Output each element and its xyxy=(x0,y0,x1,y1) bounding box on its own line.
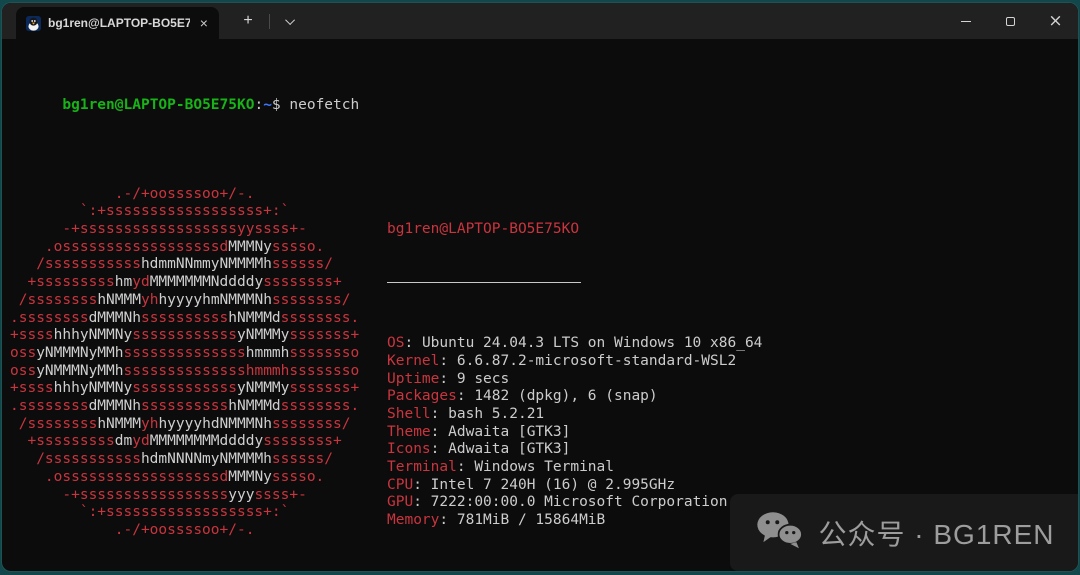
maximize-icon xyxy=(1006,16,1015,26)
wechat-icon xyxy=(753,509,805,556)
tab-bar-separator xyxy=(269,14,270,29)
title-bar[interactable]: bg1ren@LAPTOP-BO5E75KO: · × + × xyxy=(2,3,1078,39)
prompt-user-host: bg1ren@LAPTOP-BO5E75KO xyxy=(62,97,255,114)
neofetch-entry: Packages: 1482 (dpkg), 6 (snap) xyxy=(387,388,658,405)
neofetch-separator xyxy=(387,282,902,300)
tab-close-icon[interactable]: × xyxy=(197,14,211,32)
tab-dropdown-button[interactable] xyxy=(274,7,308,35)
tab-title: bg1ren@LAPTOP-BO5E75KO: · xyxy=(48,16,190,30)
neofetch-entry: OS: Ubuntu 24.04.3 LTS on Windows 10 x86… xyxy=(387,335,763,352)
command-text: neofetch xyxy=(289,97,360,114)
chevron-down-icon xyxy=(284,14,295,25)
minimize-button[interactable] xyxy=(943,3,988,39)
neofetch-entry: Terminal: Windows Terminal xyxy=(387,459,614,476)
neofetch-entry: CPU: Intel 7 240H (16) @ 2.995GHz xyxy=(387,476,676,493)
penguin-ubuntu-icon xyxy=(26,15,41,31)
neofetch-ascii-art: .-/+oossssoo+/-. `:+ssssssssssssssssss+:… xyxy=(10,185,360,538)
titlebar-drag-region[interactable] xyxy=(308,3,943,39)
neofetch-entry: Kernel: 6.6.87.2-microsoft-standard-WSL2 xyxy=(387,352,737,369)
watermark-text: 公众号 · BG1REN xyxy=(818,518,1055,550)
watermark: 公众号 · BG1REN xyxy=(730,494,1078,571)
prompt-path: ~ xyxy=(263,97,272,114)
neofetch-entry: Uptime: 9 secs xyxy=(387,370,510,387)
neofetch-title: bg1ren@LAPTOP-BO5E75KO xyxy=(387,221,580,238)
neofetch-entry: Shell: bash 5.2.21 xyxy=(387,405,545,422)
minimize-icon xyxy=(960,20,971,22)
prompt-line-command: bg1ren@LAPTOP-BO5E75KO:~$ neofetch xyxy=(62,97,360,114)
close-button[interactable]: × xyxy=(1033,3,1078,39)
new-tab-button[interactable]: + xyxy=(231,7,265,35)
terminal-window: bg1ren@LAPTOP-BO5E75KO: · × + × bg1ren@L… xyxy=(2,3,1078,571)
maximize-button[interactable] xyxy=(988,3,1033,39)
terminal-content[interactable]: bg1ren@LAPTOP-BO5E75KO:~$ neofetch .-/+o… xyxy=(2,39,1078,571)
neofetch-entry: Theme: Adwaita [GTK3] xyxy=(387,423,571,440)
tab-ubuntu-session[interactable]: bg1ren@LAPTOP-BO5E75KO: · × xyxy=(16,7,219,39)
neofetch-entry: Icons: Adwaita [GTK3] xyxy=(387,441,571,458)
